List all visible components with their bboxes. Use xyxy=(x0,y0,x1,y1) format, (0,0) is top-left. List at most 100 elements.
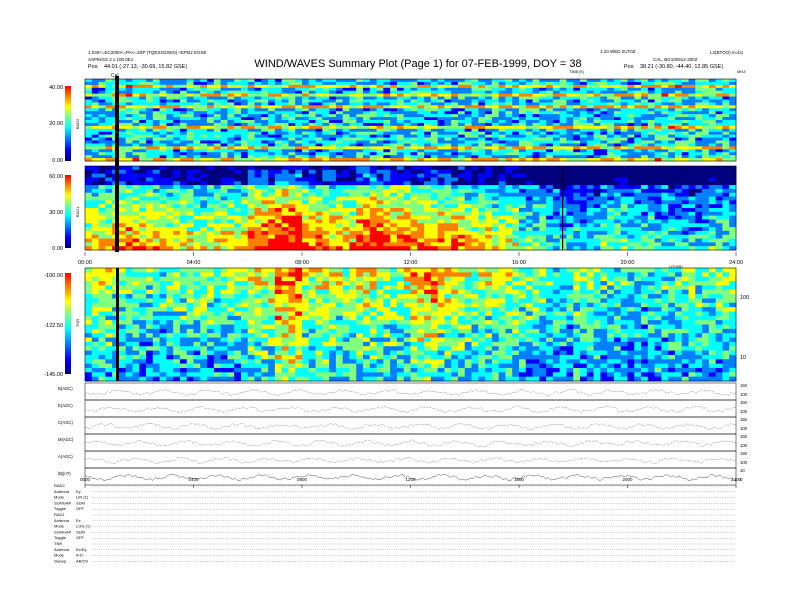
rad2-cell xyxy=(207,87,215,92)
rad1-cell xyxy=(186,177,194,182)
rad2-cell xyxy=(288,87,296,92)
rad2-cell xyxy=(335,122,344,127)
rad2-cell xyxy=(552,96,561,100)
rad2-cell xyxy=(281,149,289,153)
rad2-cell xyxy=(383,87,391,92)
rad2-cell xyxy=(396,137,405,141)
rad2-cell xyxy=(600,140,608,144)
rad2-cell xyxy=(519,90,527,95)
rad1-cell xyxy=(722,234,730,239)
rad1-cell xyxy=(607,196,615,201)
rad1-cell xyxy=(641,208,649,213)
rad1-cell xyxy=(681,208,689,213)
rad1-cell xyxy=(559,227,567,232)
rad2-cell xyxy=(729,137,737,141)
rad2-cell xyxy=(220,149,228,153)
rad2-cell xyxy=(302,105,310,109)
rad1-cell xyxy=(647,230,656,236)
rad2-cell xyxy=(559,81,567,86)
rad2-cell xyxy=(525,87,533,92)
rad2-cell xyxy=(478,128,486,133)
rad2-cell xyxy=(573,125,581,130)
rad2-cell xyxy=(98,84,106,89)
rad1-cell xyxy=(586,196,594,201)
rad1-cell xyxy=(729,242,737,247)
rad1-cell xyxy=(288,188,296,194)
rad2-cell xyxy=(356,102,364,106)
rad2-cell xyxy=(274,134,283,138)
rad1-cell xyxy=(519,219,527,224)
rad2-cell xyxy=(505,87,513,92)
rad1-cell xyxy=(607,204,615,209)
rad2-cell xyxy=(179,134,188,138)
rad1-cell xyxy=(308,211,316,217)
rad1-cell xyxy=(213,200,222,205)
rad2-cell xyxy=(254,152,262,156)
rad2-cell xyxy=(261,131,269,136)
rad2-cell xyxy=(281,140,289,144)
rad2-cell xyxy=(546,105,554,109)
rad1-cell xyxy=(91,196,99,201)
rad2-cell xyxy=(437,152,445,156)
rad1-cell xyxy=(179,219,188,224)
rad2-cell xyxy=(702,84,710,89)
rad1-cell xyxy=(478,192,486,197)
rad1-cell xyxy=(430,219,439,224)
rad2-cell xyxy=(139,131,147,136)
tnr-tick-top: -100.00 xyxy=(44,273,63,279)
rad1-cell xyxy=(146,227,154,232)
rad2-cell xyxy=(383,125,391,130)
rad2-cell xyxy=(396,79,405,83)
tnr-cell xyxy=(118,315,127,321)
rad2-cell xyxy=(654,93,662,97)
rad2-cell xyxy=(369,143,377,147)
rad2-cell xyxy=(620,137,628,141)
rad2-cell xyxy=(451,108,459,112)
rad1-cell xyxy=(641,166,649,171)
rad1-cell xyxy=(559,200,567,205)
rad1-cell xyxy=(661,188,669,194)
rad2-cell xyxy=(302,122,310,127)
rad2-cell xyxy=(200,81,208,86)
rad2-cell xyxy=(179,84,188,89)
rad2-tick-bottom: 0.00 xyxy=(52,158,63,164)
rad1-cell xyxy=(118,185,127,190)
rad2-cell xyxy=(146,149,154,153)
tnr-cell xyxy=(118,363,127,369)
rad2-cell xyxy=(410,155,418,159)
rad2-cell xyxy=(369,114,377,118)
rad2-cell xyxy=(512,131,520,136)
rad2-cell xyxy=(600,155,608,159)
rad1-cell xyxy=(410,177,418,182)
rad1-cell xyxy=(546,204,554,209)
rad1-cell xyxy=(532,215,540,220)
rad2-cell xyxy=(220,84,228,89)
rad2-cell xyxy=(607,114,615,118)
rad1-cell xyxy=(437,230,445,236)
rad2-cell xyxy=(383,149,391,153)
rad2-cell xyxy=(464,99,472,103)
rad1-cell xyxy=(424,223,432,228)
rad2-cell xyxy=(118,102,127,106)
rad1-cell xyxy=(105,196,113,201)
rad2-cell xyxy=(729,134,737,138)
rad1-cell xyxy=(525,200,533,205)
rad2-cell xyxy=(491,140,500,144)
rad2-cell xyxy=(220,93,228,97)
rad1-cell xyxy=(390,177,398,182)
rad1-cell xyxy=(146,219,154,224)
rad2-cell xyxy=(227,117,235,121)
rad2-cell xyxy=(91,122,99,127)
rad2-cell xyxy=(254,84,262,89)
tnr-cell xyxy=(85,311,93,317)
rad2-cell xyxy=(369,117,377,121)
rad2-cell xyxy=(464,90,472,95)
rad1-cell xyxy=(715,230,723,236)
rad1-cell xyxy=(729,204,737,209)
tnr-cell xyxy=(85,315,93,321)
rad1-cell xyxy=(227,192,235,197)
rad1-cell xyxy=(681,200,689,205)
rad1-cell xyxy=(240,192,249,197)
time-label: TIME(S) xyxy=(569,69,585,74)
rad1-cell xyxy=(173,192,181,197)
